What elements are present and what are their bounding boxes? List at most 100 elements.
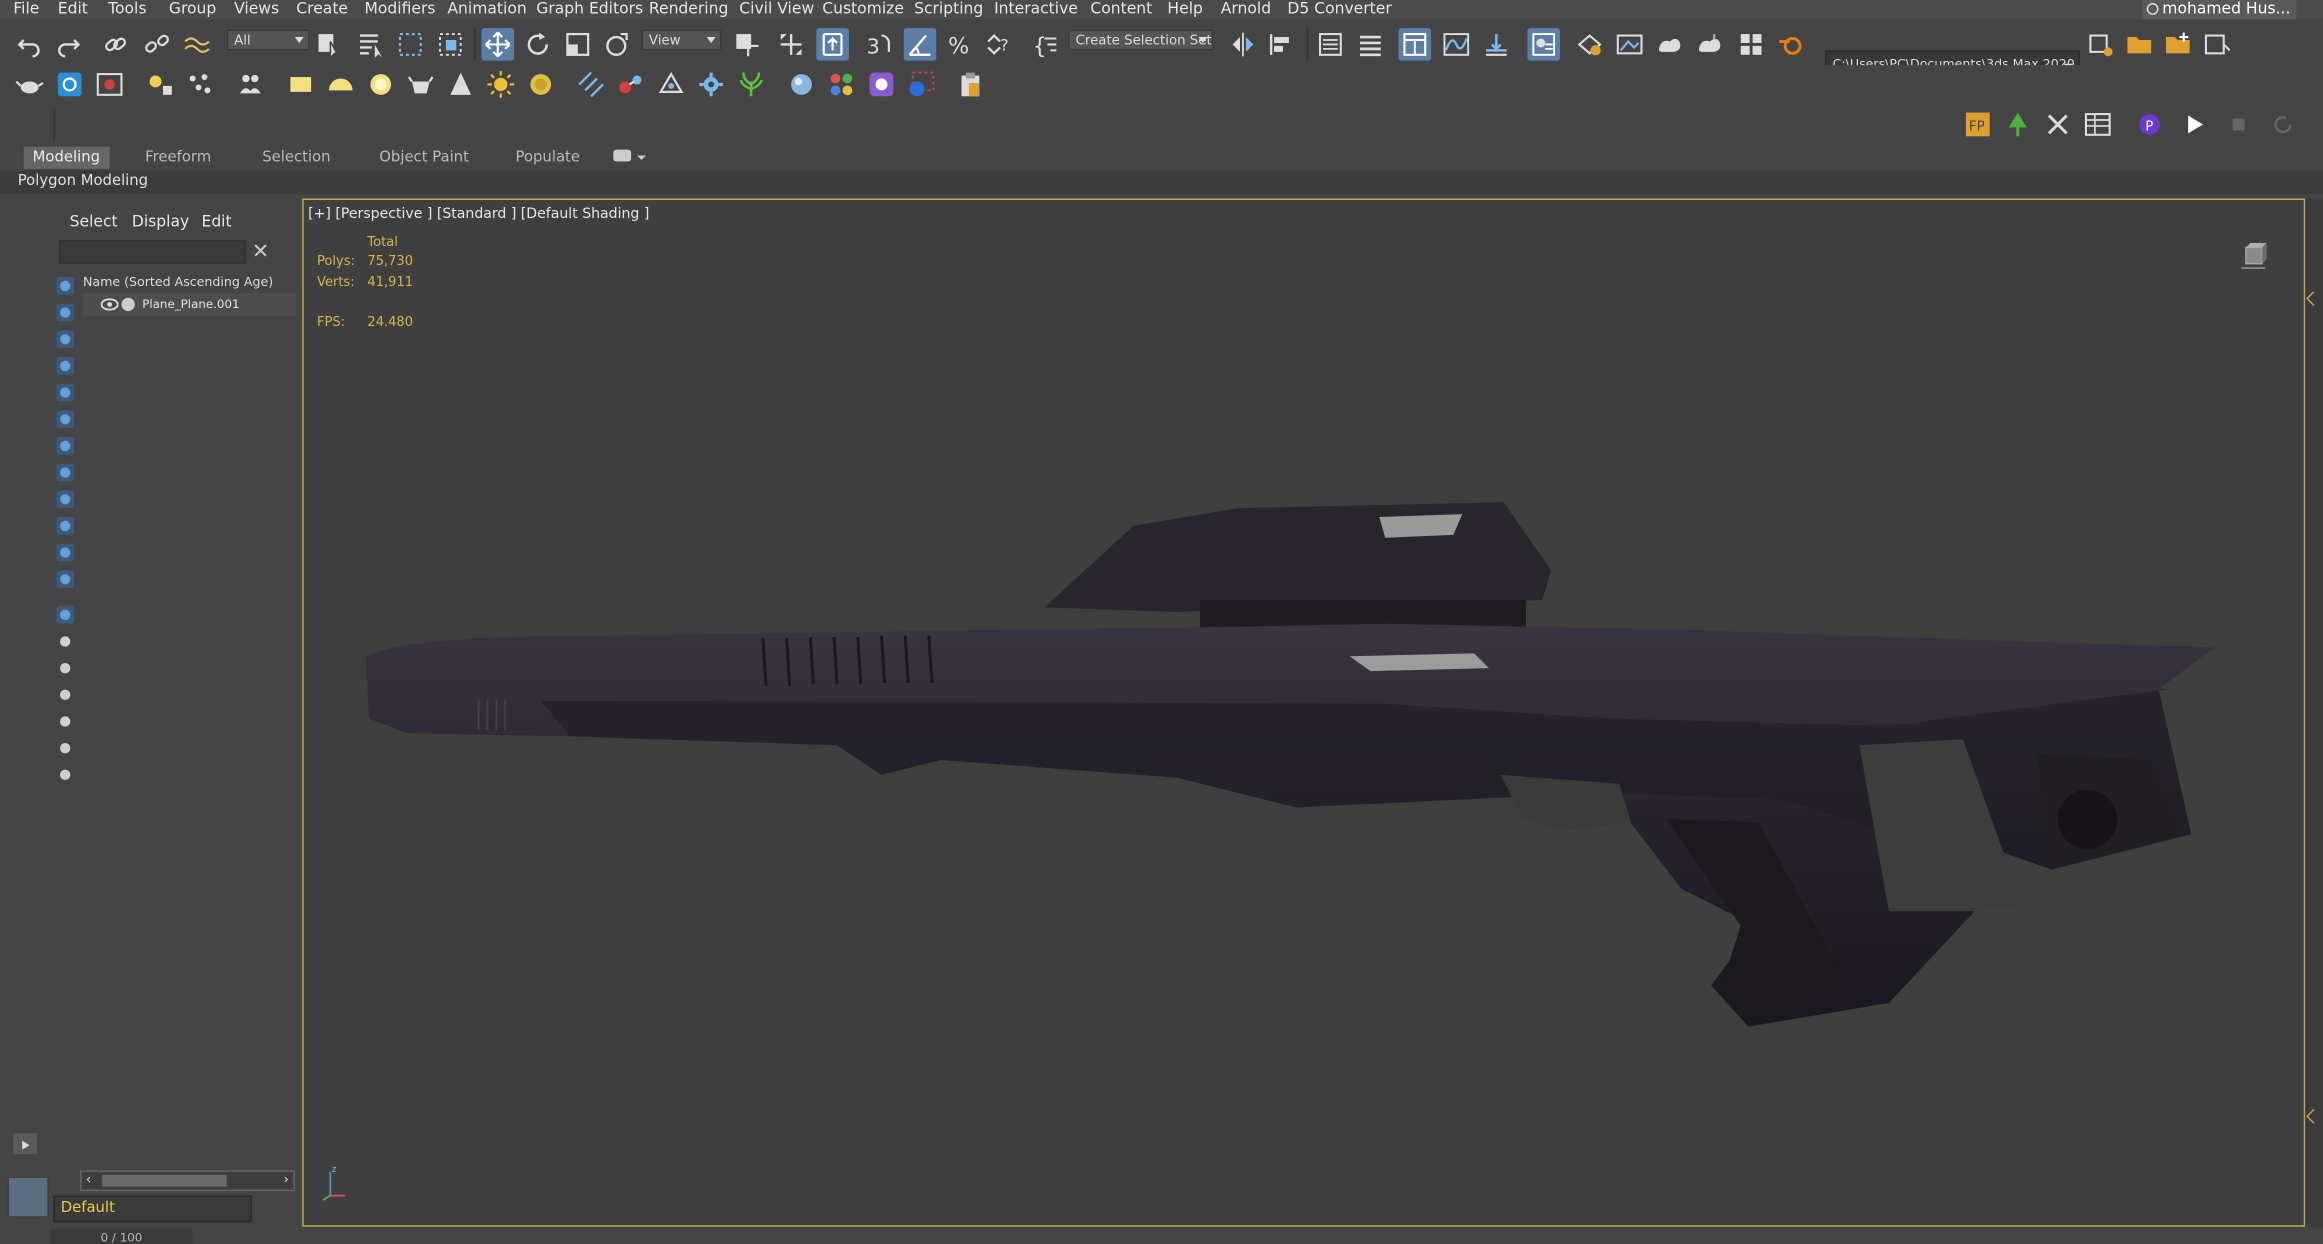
- unlink-icon[interactable]: [142, 30, 172, 60]
- toggle-ribbon-icon[interactable]: [1398, 28, 1432, 61]
- tab-modeling[interactable]: Modeling: [23, 146, 109, 169]
- select-by-name-icon[interactable]: [356, 30, 386, 60]
- filter-visible-icon[interactable]: [55, 604, 76, 625]
- filter-helpers-icon[interactable]: [55, 382, 76, 403]
- undo-icon[interactable]: [15, 30, 45, 60]
- tab-populate[interactable]: Populate: [507, 147, 589, 169]
- menu-file[interactable]: File: [13, 0, 39, 18]
- plane-primitive-icon[interactable]: [286, 70, 316, 100]
- menu-content[interactable]: Content: [1090, 0, 1152, 18]
- redo-icon[interactable]: [53, 30, 83, 60]
- ribbon-options-icon[interactable]: [613, 149, 632, 162]
- toggle-scene-explorer-icon[interactable]: [1316, 30, 1346, 60]
- sun-light-icon[interactable]: [486, 70, 516, 100]
- filter-funnel-icon[interactable]: [55, 738, 76, 759]
- align-icon[interactable]: [1267, 30, 1297, 60]
- pivot-center-icon[interactable]: [732, 30, 762, 60]
- table-plugin-icon[interactable]: [2083, 110, 2113, 140]
- bind-space-warp-icon[interactable]: [182, 30, 212, 60]
- select-object-icon[interactable]: [316, 30, 346, 60]
- chevron-down-icon[interactable]: [637, 155, 646, 161]
- menu-group[interactable]: Group: [169, 0, 216, 18]
- perspective-viewport[interactable]: [+] [Perspective ] [Standard ] [Default …: [302, 198, 2306, 1227]
- menu-graph-editors[interactable]: Graph Editors: [536, 0, 643, 18]
- teapot-primitive-icon[interactable]: [406, 70, 436, 100]
- sphere-primitive-icon[interactable]: [366, 70, 396, 100]
- viewcube-icon[interactable]: [2236, 239, 2272, 275]
- reference-coordinate-dropdown[interactable]: View: [641, 29, 722, 51]
- save-project-icon[interactable]: [2202, 30, 2232, 60]
- select-manipulate-icon[interactable]: [776, 30, 806, 60]
- menu-d5-converter[interactable]: D5 Converter: [1287, 0, 1391, 18]
- named-selection-set-dropdown[interactable]: Create Selection Set: [1068, 29, 1214, 51]
- toggle-layer-explorer-icon[interactable]: [1356, 30, 1386, 60]
- menu-tools[interactable]: Tools: [108, 0, 146, 18]
- angle-snap-icon[interactable]: [903, 28, 937, 61]
- percent-snap-icon[interactable]: %: [945, 30, 975, 59]
- skylight-icon[interactable]: [526, 70, 556, 100]
- viewport-right-scrollbar[interactable]: [2305, 198, 2323, 1227]
- snaps-toggle-icon[interactable]: 3: [864, 30, 894, 60]
- menu-civil-view[interactable]: Civil View: [739, 0, 814, 18]
- grid-snap-icon[interactable]: [576, 70, 606, 100]
- menu-animation[interactable]: Animation: [447, 0, 526, 18]
- edit-named-selection-icon[interactable]: {: [1031, 30, 1061, 59]
- scale-icon[interactable]: [563, 30, 593, 60]
- play-icon[interactable]: [2179, 110, 2209, 140]
- filter-containers-icon[interactable]: [55, 516, 76, 537]
- refresh-icon[interactable]: [2268, 110, 2298, 140]
- autodesk-app-icon[interactable]: [55, 70, 85, 100]
- filter-cameras-icon[interactable]: [55, 356, 76, 377]
- viewport-layout-thumbnail[interactable]: [7, 1176, 49, 1218]
- render-setup-icon[interactable]: [1575, 30, 1605, 60]
- viewport-label[interactable]: [+] [Perspective ] [Standard ] [Default …: [308, 206, 649, 222]
- spinner-snap-icon[interactable]: ?: [984, 30, 1014, 60]
- filter-shapes-icon[interactable]: [55, 302, 76, 323]
- teapot-icon[interactable]: [15, 70, 45, 100]
- mirror-icon[interactable]: [1228, 30, 1258, 60]
- menu-modifiers[interactable]: Modifiers: [364, 0, 435, 18]
- window-crossing-icon[interactable]: [436, 30, 466, 60]
- open-project-icon[interactable]: [2124, 30, 2154, 60]
- menu-help[interactable]: Help: [1167, 0, 1202, 18]
- find-icon[interactable]: [55, 711, 76, 732]
- clipboard-icon[interactable]: [956, 70, 986, 100]
- layer-icon[interactable]: [55, 764, 76, 785]
- menu-create[interactable]: Create: [296, 0, 348, 18]
- time-slider[interactable]: 0 / 100: [50, 1229, 193, 1244]
- purple-plugin-icon[interactable]: P: [2135, 110, 2165, 140]
- scroll-left-icon[interactable]: ‹: [86, 1173, 91, 1188]
- filter-bones-icon[interactable]: [55, 489, 76, 510]
- foliage-icon[interactable]: [736, 70, 766, 100]
- menu-customize[interactable]: Customize: [822, 0, 904, 18]
- render-iterative-icon[interactable]: [1695, 30, 1725, 60]
- gear-icon[interactable]: [696, 70, 726, 100]
- link-icon[interactable]: [101, 30, 131, 60]
- scroll-right-icon[interactable]: ›: [284, 1173, 289, 1188]
- tab-selection[interactable]: Selection: [253, 147, 339, 169]
- move-icon[interactable]: [481, 28, 515, 61]
- explorer-tab-display[interactable]: Display: [132, 213, 189, 231]
- blender-logo-icon[interactable]: [1776, 30, 1806, 60]
- polygon-modeling-label[interactable]: Polygon Modeling: [18, 173, 148, 189]
- render-region-icon[interactable]: [907, 70, 937, 100]
- filter-xrefs-icon[interactable]: [55, 462, 76, 483]
- rifle-model[interactable]: [348, 481, 2230, 1059]
- user-account[interactable]: mohamed Hus...: [2141, 0, 2297, 20]
- crowd-icon[interactable]: [236, 70, 266, 100]
- hemisphere-primitive-icon[interactable]: [326, 70, 356, 100]
- rotate-icon[interactable]: [523, 30, 553, 60]
- layer-dropdown-arrow[interactable]: [240, 1196, 258, 1223]
- rectangular-selection-icon[interactable]: [396, 30, 426, 60]
- molecule-icon[interactable]: [616, 70, 646, 100]
- explorer-column-header[interactable]: Name (Sorted Ascending Age): [83, 273, 296, 294]
- tab-freeform[interactable]: Freeform: [136, 147, 220, 169]
- display-all-icon[interactable]: [55, 631, 76, 652]
- curve-editor-icon[interactable]: [1441, 30, 1471, 60]
- project-settings-icon[interactable]: [2086, 30, 2116, 60]
- place-icon[interactable]: [601, 30, 631, 60]
- filter-hidden-icon[interactable]: [55, 569, 76, 590]
- rendered-frame-window-icon[interactable]: [1615, 30, 1645, 60]
- filter-spacewarps-icon[interactable]: [55, 409, 76, 430]
- menu-scripting[interactable]: Scripting: [914, 0, 983, 18]
